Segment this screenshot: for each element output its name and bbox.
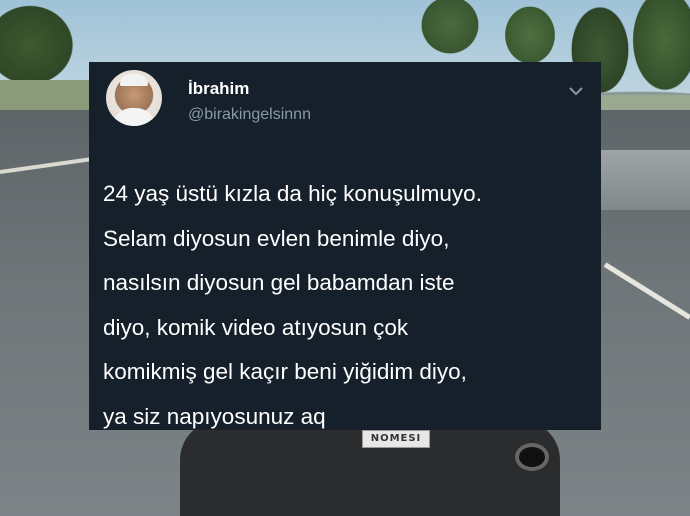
tweet-line: nasılsın diyosun gel babamdan iste bbox=[103, 270, 455, 296]
user-handle[interactable]: @birakingelsinnn bbox=[188, 106, 311, 124]
tweet-card: İbrahim @birakingelsinnn 24 yaş üstü kız… bbox=[89, 62, 601, 430]
avatar[interactable] bbox=[106, 70, 162, 126]
guard-rail bbox=[600, 150, 690, 210]
exhaust-pipe bbox=[515, 443, 549, 471]
tweet-text: 24 yaş üstü kızla da hiç konuşulmuyo. Se… bbox=[103, 172, 593, 440]
tweet-line: diyo, komik video atıyosun çok bbox=[103, 314, 409, 340]
avatar-cap bbox=[120, 74, 148, 86]
avatar-shirt bbox=[112, 108, 156, 126]
tweet-line: Selam diyosun evlen benimle diyo, bbox=[103, 225, 450, 251]
tweet-line: 24 yaş üstü kızla da hiç konuşulmuyo. bbox=[103, 181, 482, 206]
display-name[interactable]: İbrahim bbox=[188, 79, 249, 99]
chevron-down-icon[interactable] bbox=[567, 84, 585, 98]
tweet-line: ya siz napıyosunuz aq bbox=[103, 403, 326, 429]
tweet-line: komikmiş gel kaçır beni yiğidim diyo, bbox=[103, 359, 467, 385]
grass-left bbox=[0, 80, 100, 110]
